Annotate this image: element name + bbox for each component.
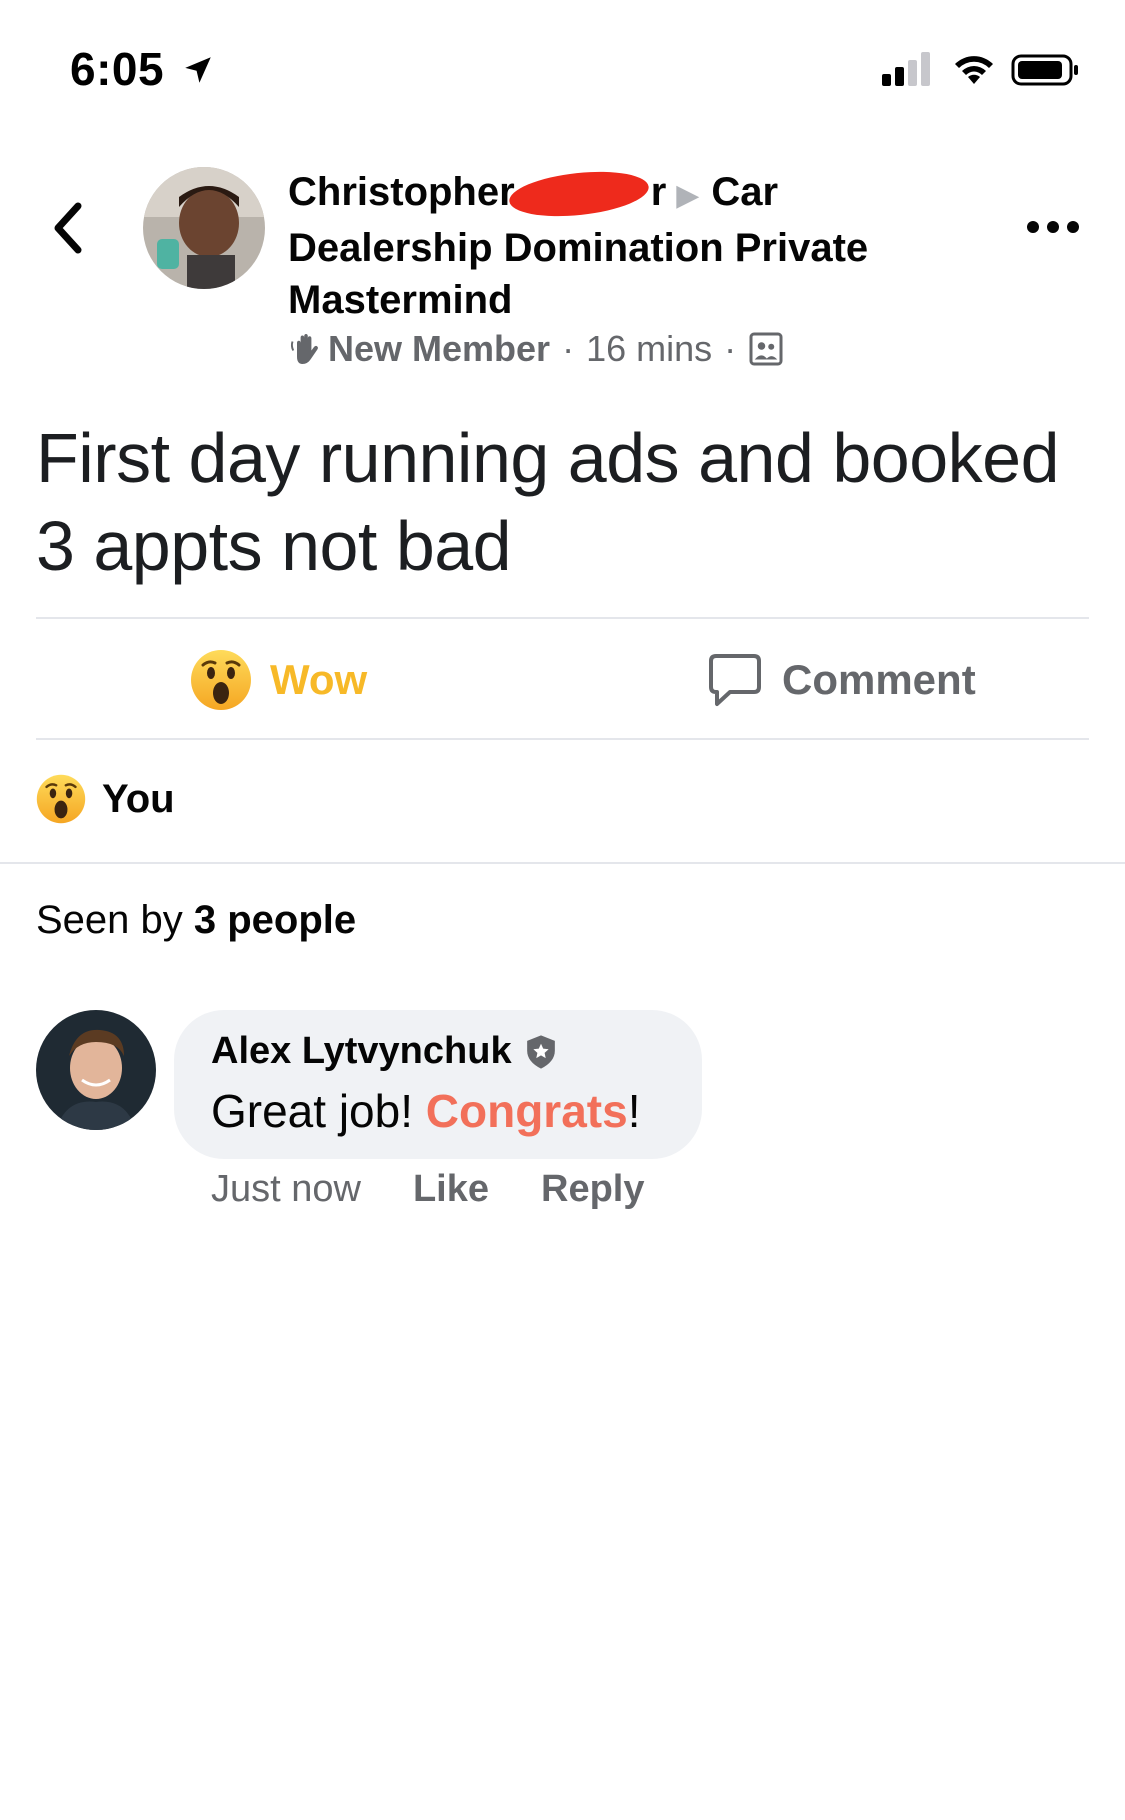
seen-by[interactable]: Seen by 3 people bbox=[36, 898, 356, 943]
comment-like-button[interactable]: Like bbox=[413, 1168, 489, 1211]
comment-text-end: ! bbox=[627, 1085, 641, 1137]
seen-by-count: 3 people bbox=[193, 898, 357, 942]
author-name[interactable]: Christopher bbox=[288, 170, 515, 214]
commenter-name[interactable]: Alex Lytvynchuk bbox=[211, 1030, 512, 1073]
waving-hand-icon bbox=[290, 334, 318, 364]
cellular-signal-icon bbox=[882, 52, 930, 86]
post-text: First day running ads and booked 3 appts… bbox=[36, 419, 1060, 585]
wow-reaction-button[interactable]: Wow bbox=[190, 645, 367, 715]
author-avatar-image bbox=[143, 167, 265, 289]
wow-emoji-icon bbox=[191, 650, 251, 710]
chevron-left-icon bbox=[54, 202, 82, 254]
redaction-mark bbox=[506, 166, 651, 223]
post-meta: New Member · 16 mins · bbox=[288, 328, 784, 370]
comment-actions: Just now Like Reply bbox=[211, 1168, 645, 1211]
back-button[interactable] bbox=[48, 198, 98, 258]
location-arrow-icon bbox=[185, 57, 212, 83]
caret-right-icon: ▶ bbox=[676, 179, 700, 212]
meta-dot: · bbox=[724, 328, 737, 369]
wow-emoji-icon bbox=[36, 774, 86, 824]
comment-button[interactable]: Comment bbox=[706, 645, 976, 715]
post-time[interactable]: 16 mins bbox=[586, 328, 712, 370]
commenter-name-row: Alex Lytvynchuk bbox=[211, 1030, 558, 1073]
more-options-button[interactable] bbox=[1025, 212, 1081, 242]
status-time: 6:05 bbox=[70, 42, 215, 96]
member-badge: New Member bbox=[328, 328, 551, 369]
commenter-avatar[interactable] bbox=[36, 1010, 156, 1130]
seen-by-prefix: Seen by bbox=[36, 898, 194, 942]
meta-dot: · bbox=[562, 328, 575, 369]
commenter-avatar-image bbox=[36, 1010, 156, 1130]
status-icons bbox=[880, 50, 1081, 90]
battery-icon bbox=[1011, 54, 1078, 86]
more-horizontal-icon bbox=[1027, 221, 1079, 233]
author-avatar[interactable] bbox=[143, 167, 265, 289]
reactors-label: You bbox=[102, 776, 175, 821]
section-divider bbox=[0, 862, 1125, 864]
comment-highlight: Congrats bbox=[425, 1085, 628, 1137]
wifi-icon bbox=[955, 56, 994, 84]
divider bbox=[36, 617, 1089, 619]
status-time-text: 6:05 bbox=[70, 43, 165, 95]
author-name-tail[interactable]: r bbox=[651, 170, 667, 214]
wow-label: Wow bbox=[270, 656, 368, 703]
comment-bubble-icon bbox=[709, 654, 761, 706]
comment-time: Just now bbox=[211, 1168, 361, 1210]
admin-shield-icon bbox=[526, 1034, 555, 1069]
comment-label: Comment bbox=[782, 656, 976, 703]
divider bbox=[36, 738, 1089, 740]
comment-text-start: Great job! bbox=[211, 1085, 426, 1137]
comment-reply-button[interactable]: Reply bbox=[541, 1168, 644, 1211]
reactions-summary[interactable]: You bbox=[36, 774, 175, 824]
comment-text: Great job! Congrats! bbox=[211, 1084, 640, 1138]
post-title: Christopher r ▶ Car Dealership Domination P… bbox=[288, 166, 948, 326]
group-members-icon bbox=[749, 332, 783, 366]
